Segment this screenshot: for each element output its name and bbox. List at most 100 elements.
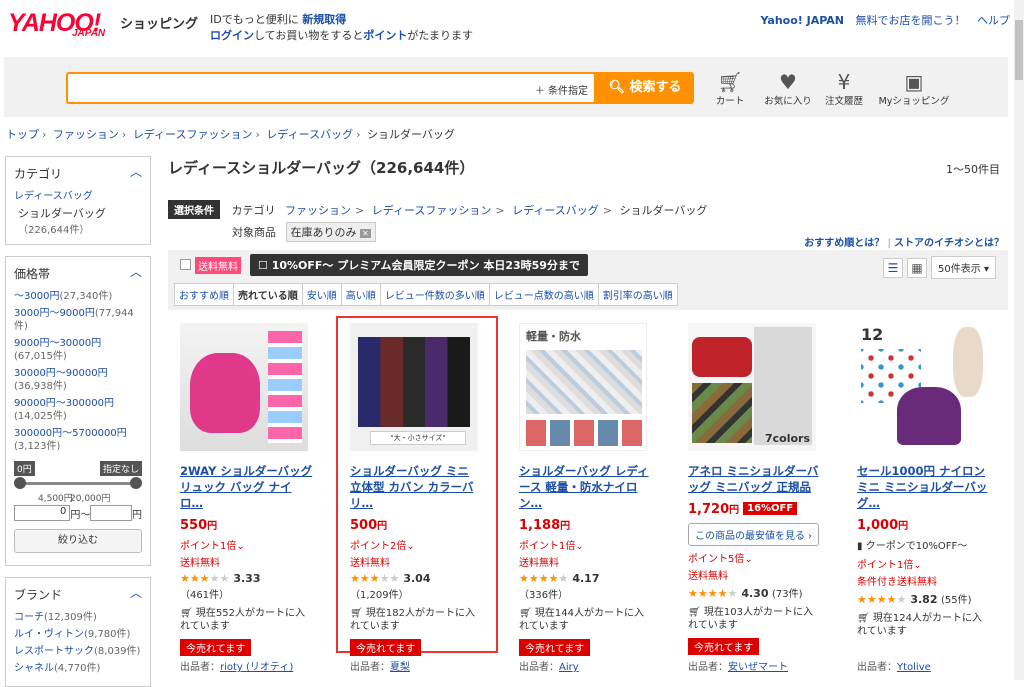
condition-button[interactable]: ＋ 条件指定 [535, 82, 588, 97]
rating: ★★★★★ 3.33 [180, 572, 314, 585]
category-parent-link[interactable]: レディースバッグ [14, 191, 93, 202]
price-min-input[interactable]: 0 [14, 505, 71, 521]
product-card[interactable]: "大・小さサイズ" ショルダーバッグ ミニ 立体型 カバン カラーバリ… 500… [336, 316, 498, 673]
point-multiplier[interactable]: ポイント1倍⌄ [857, 556, 991, 571]
point-multiplier[interactable]: ポイント1倍⌄ [180, 537, 314, 552]
scrollbar[interactable] [1014, 0, 1024, 680]
sort-tab[interactable]: 高い順 [340, 283, 381, 306]
grid-view-icon[interactable]: ▦ [907, 257, 928, 278]
seller-link[interactable]: 安いぜマート [728, 662, 788, 673]
review-count-link[interactable]: （461件） [180, 586, 314, 601]
seller-link[interactable]: rioty (リオティ) [220, 662, 293, 673]
product-name-link[interactable]: アネロ ミニショルダーバッグ ミニバッグ 正規品 [688, 463, 822, 495]
sort-tab[interactable]: レビュー件数の多い順 [379, 283, 490, 306]
list-view-icon[interactable]: ☰ [883, 257, 904, 278]
condition-path-link[interactable]: ファッション [285, 204, 351, 217]
seller-link[interactable]: Airy [559, 662, 579, 673]
sort-tab[interactable]: 安い順 [301, 283, 342, 306]
seller-link[interactable]: 夏梨 [390, 662, 410, 673]
star-icon: ★★★★ [857, 593, 897, 606]
free-shipping-checkbox[interactable] [180, 259, 191, 270]
review-count-link[interactable]: （1,209件） [350, 586, 484, 601]
condition-path-link[interactable]: レディースバッグ [512, 204, 599, 217]
product-image[interactable]: "大・小さサイズ" [350, 323, 478, 451]
product-card[interactable]: 7colors アネロ ミニショルダーバッグ ミニバッグ 正規品 1,720円 1… [676, 318, 834, 680]
price-value: 1,720 [688, 502, 730, 517]
product-name-link[interactable]: ショルダーバッグ ミニ 立体型 カバン カラーバリ… [350, 463, 484, 511]
review-count-link[interactable]: (55件) [941, 595, 972, 606]
close-icon[interactable]: ✕ [360, 229, 371, 238]
register-link[interactable]: 新規取得 [302, 13, 346, 26]
chevron-up-icon[interactable]: ︿ [130, 263, 142, 280]
search-input[interactable]: ＋ 条件指定 [66, 72, 596, 104]
view-controls: ☰ ▦ 50件表示 ▾ [883, 256, 996, 279]
seller-label: 出品者： [180, 662, 220, 673]
breadcrumb-item[interactable]: レディースバッグ [266, 128, 353, 141]
product-card[interactable]: 2WAY ショルダーバッグ リュック バッグ ナイロ… 550円 ポイント1倍⌄… [168, 318, 326, 680]
breadcrumb-item[interactable]: レディースファッション [133, 128, 253, 141]
narrow-button[interactable]: 絞り込む [14, 529, 142, 553]
sort-tab[interactable]: おすすめ順 [174, 283, 234, 306]
yahoo-japan-link[interactable]: Yahoo! JAPAN [760, 14, 844, 27]
sort-tab[interactable]: レビュー点数の高い順 [488, 283, 599, 306]
breadcrumb-item[interactable]: ファッション [53, 128, 119, 141]
review-count-link[interactable]: （336件） [519, 586, 653, 601]
breadcrumb-item[interactable]: トップ [6, 128, 39, 141]
review-count-link[interactable]: (73件) [772, 589, 803, 600]
nav-favorites[interactable]: ♥ お気に入り [760, 71, 816, 107]
brand-link[interactable]: ルイ・ヴィトン [14, 629, 84, 640]
point-link[interactable]: ポイント [363, 29, 407, 42]
selling-now-badge: 今売れてます [180, 639, 252, 656]
nav-myshopping[interactable]: ▣ Myショッピング [874, 71, 954, 107]
product-image[interactable]: 7colors [688, 323, 816, 451]
product-name-link[interactable]: 2WAY ショルダーバッグ リュック バッグ ナイロ… [180, 463, 314, 511]
price-range-link[interactable]: 30000円〜90000円 [14, 368, 108, 379]
seller-link[interactable]: Ytolive [897, 662, 931, 673]
product-name-link[interactable]: セール1000円 ナイロンミニ ミニショルダーバッグ… [857, 463, 991, 511]
price-range-link[interactable]: 3000円〜9000円 [14, 308, 95, 319]
product-name-link[interactable]: ショルダーバッグ レディース 軽量・防水ナイロン… [519, 463, 653, 511]
price-unit: 円 [560, 521, 571, 532]
help-link[interactable]: ヘルプ [977, 14, 1010, 27]
nav-orders[interactable]: ¥ 注文履歴 [822, 71, 866, 107]
condition-path-link[interactable]: レディースファッション [372, 204, 492, 217]
chevron-up-icon[interactable]: ︿ [130, 584, 142, 601]
product-image[interactable] [180, 323, 308, 451]
search-button[interactable]: 🔍︎ 検索する [596, 72, 694, 104]
cart-text: 現在124人がカートに入れています [857, 613, 982, 637]
brand-link[interactable]: レスポートサック [14, 646, 94, 657]
lowest-price-button[interactable]: この商品の最安値を見る › [688, 523, 820, 546]
product-image[interactable]: 12 [857, 323, 985, 451]
sort-tab[interactable]: 割引率の高い順 [597, 283, 678, 306]
scrollbar-thumb[interactable] [1015, 20, 1023, 80]
star-empty-icon: ★ [558, 572, 569, 585]
login-link[interactable]: ログイン [210, 29, 254, 42]
brand-link[interactable]: コーチ [14, 612, 44, 623]
nav-cart[interactable]: 🛒︎ カート [710, 71, 750, 107]
brand-link[interactable]: シャネル [14, 663, 54, 674]
chevron-up-icon[interactable]: ︿ [130, 163, 142, 180]
price-range-link[interactable]: 90000円〜300000円 [14, 398, 114, 409]
price-range-link[interactable]: 300000円〜5700000円 [14, 428, 127, 439]
per-page-select[interactable]: 50件表示 ▾ [931, 256, 996, 279]
slider-handle-min[interactable] [14, 477, 26, 489]
open-store-link[interactable]: 無料でお店を開こう！ [856, 14, 966, 27]
point-multiplier[interactable]: ポイント5倍⌄ [688, 550, 822, 565]
point-multiplier[interactable]: ポイント1倍⌄ [519, 537, 653, 552]
recommend-help-link[interactable]: おすすめ順とは？ [804, 238, 884, 249]
price-range-link[interactable]: 〜3000円 [14, 291, 59, 302]
image-caption: 軽量・防水 [526, 330, 581, 343]
price-unit: 円 [898, 521, 909, 532]
sort-tab-active[interactable]: 売れている順 [233, 283, 303, 306]
product-card[interactable]: 12 セール1000円 ナイロンミニ ミニショルダーバッグ… 1,000円 ▮ … [845, 318, 1003, 680]
product-card[interactable]: 軽量・防水 ショルダーバッグ レディース 軽量・防水ナイロン… 1,188円 ポ… [507, 318, 665, 680]
shopping-logo-text[interactable]: ショッピング [120, 13, 198, 32]
slider-handle-max[interactable] [130, 477, 142, 489]
point-multiplier[interactable]: ポイント2倍⌄ [350, 537, 484, 552]
product-image[interactable]: 軽量・防水 [519, 323, 647, 451]
price-max-input[interactable] [90, 505, 132, 521]
coupon-banner[interactable]: ☐ 10%OFF〜 プレミアム会員限定クーポン 本日23時59分まで [250, 254, 588, 276]
price-range-link[interactable]: 9000円〜30000円 [14, 338, 101, 349]
price-unit: 円 [132, 509, 142, 521]
store-pick-help-link[interactable]: ストアのイチオシとは？ [894, 238, 1004, 249]
